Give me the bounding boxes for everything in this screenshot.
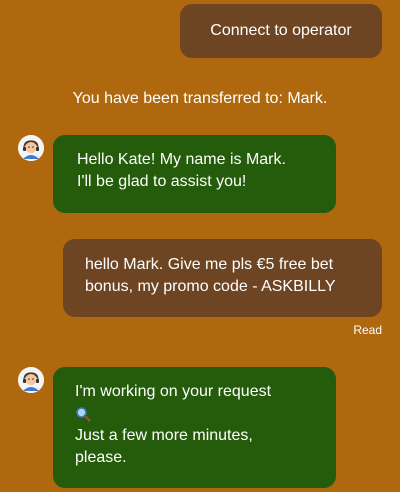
transfer-system-message: You have been transferred to: Mark.: [72, 90, 328, 107]
magnifier-icon: [75, 403, 314, 425]
message-line: hello Mark. Give me pls €5 free bet: [85, 256, 334, 273]
message-line: bonus, my promo code - ASKBILLY: [85, 278, 336, 295]
message-line: I'll be glad to assist you!: [77, 173, 247, 190]
message-line: I'm working on your request: [75, 383, 272, 400]
message-line: Hello Kate! My name is Mark.: [77, 151, 286, 168]
read-status: Read: [353, 323, 382, 337]
operator-avatar-icon: [18, 367, 44, 393]
operator-message: Hello Kate! My name is Mark. I'll be gla…: [53, 135, 336, 213]
connect-to-operator-label: Connect to operator: [210, 22, 352, 39]
message-line: Just a few more minutes,: [75, 427, 253, 444]
operator-avatar-icon: [18, 135, 44, 161]
chat-window: Connect to operator You have been transf…: [0, 0, 400, 492]
message-line: please.: [75, 449, 127, 466]
user-message: hello Mark. Give me pls €5 free bet bonu…: [63, 239, 382, 317]
operator-message: I'm working on your request Just a few m…: [53, 367, 336, 488]
connect-to-operator-button[interactable]: Connect to operator: [180, 4, 382, 58]
